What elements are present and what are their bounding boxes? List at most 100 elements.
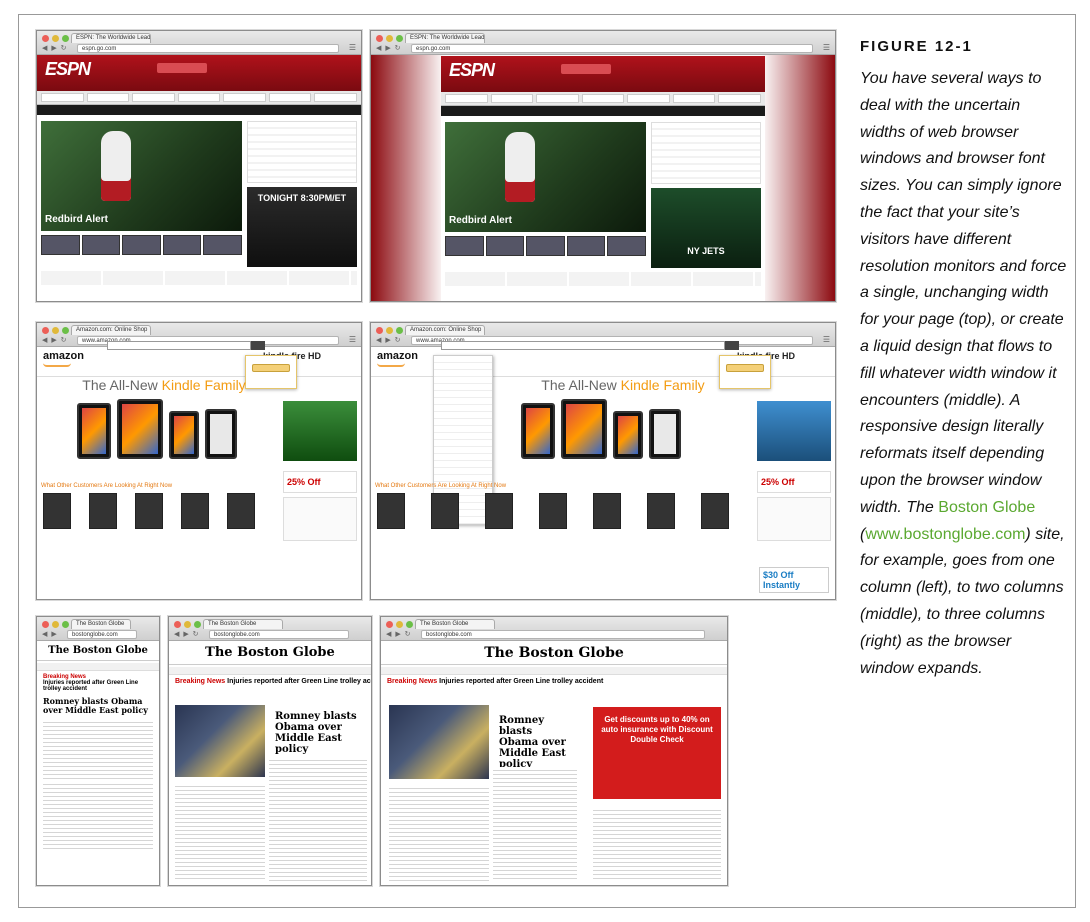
customers-looking-strip: What Other Customers Are Looking At Righ…: [375, 483, 507, 489]
breaking-label: Breaking News: [175, 678, 226, 685]
figure-title: FIGURE 12-1: [860, 38, 973, 55]
address-bar[interactable]: bostonglobe.com: [209, 630, 349, 639]
espn-nav-bar: [441, 106, 765, 116]
sale-ad[interactable]: 25% Off: [283, 471, 357, 493]
nav-arrows-icon[interactable]: ◀ ▶ ↻: [376, 336, 402, 344]
amazon-logo[interactable]: amazon: [377, 350, 418, 362]
offer-ad[interactable]: $30 Off Instantly: [759, 567, 829, 593]
globe-logo[interactable]: The Boston Globe: [169, 641, 371, 660]
browser-tab[interactable]: ESPN: The Worldwide Lead: [71, 33, 151, 43]
espn-screenshot-fixed: ESPN: The Worldwide Lead ◀ ▶ ↻ espn.go.c…: [36, 30, 362, 302]
kindle-devices: [77, 399, 237, 459]
breaking-news: Breaking News Injuries reported after Gre…: [37, 671, 159, 695]
right-column-text: [593, 807, 721, 881]
nav-arrows-icon[interactable]: ◀ ▶ ↻: [376, 44, 402, 52]
banner-accent: Kindle Family: [620, 377, 705, 393]
espn-search[interactable]: [157, 63, 207, 73]
globe-logo[interactable]: The Boston Globe: [37, 641, 159, 656]
espn-logo[interactable]: ESPN: [449, 60, 495, 81]
address-bar[interactable]: espn.go.com: [411, 44, 813, 53]
browser-tab[interactable]: ESPN: The Worldwide Lead: [405, 33, 485, 43]
main-headline[interactable]: Romney blasts Obama over Middle East pol…: [493, 713, 577, 772]
breaking-text[interactable]: Injuries reported after Green Line troll…: [43, 680, 138, 692]
espn-screenshot-wide: ESPN: The Worldwide Lead ◀ ▶ ↻ espn.go.c…: [370, 30, 836, 302]
globe-header: The Boston Globe: [381, 641, 727, 665]
breaking-text[interactable]: Injuries reported after Green Line troll…: [439, 678, 603, 685]
browser-tab[interactable]: Amazon.com: Online Shop: [71, 325, 151, 335]
espn-footer: [445, 272, 761, 286]
browser-chrome: The Boston Globe ◀ ▶ ↻ bostonglobe.com: [381, 617, 727, 641]
sale-ad[interactable]: 25% Off: [757, 471, 831, 493]
score-strip: [441, 92, 765, 106]
nav-arrows-icon[interactable]: ◀ ▶ ↻: [386, 630, 412, 638]
browser-tab[interactable]: The Boston Globe: [71, 619, 131, 629]
amazon-smile-icon: [43, 363, 71, 367]
product-row: [377, 493, 729, 529]
espn-nav-bar: [37, 105, 361, 115]
banner-plain: The All-New: [82, 377, 162, 393]
menu-icon[interactable]: ☰: [349, 335, 356, 344]
address-bar[interactable]: bostonglobe.com: [421, 630, 705, 639]
hero-caption: Redbird Alert: [45, 214, 108, 225]
caption-text-end: ) site, for example, goes from one colum…: [860, 525, 1065, 677]
tv-ad[interactable]: TONIGHT 8:30PM/ET: [246, 187, 357, 267]
browser-chrome: ESPN: The Worldwide Lead ◀ ▶ ↻ espn.go.c…: [371, 31, 835, 55]
statefarm-ad[interactable]: Get discounts up to 40% on auto insuranc…: [593, 707, 721, 799]
address-bar[interactable]: bostonglobe.com: [67, 630, 137, 639]
breaking-text[interactable]: Injuries reported after Green Line troll…: [227, 678, 371, 685]
banner-plain: The All-New: [541, 377, 621, 393]
amazon-search[interactable]: [107, 341, 251, 350]
main-headline[interactable]: Romney blasts Obama over Middle East pol…: [269, 709, 367, 757]
amazon-search[interactable]: [441, 341, 725, 350]
espn-logo[interactable]: ESPN: [45, 59, 91, 80]
browser-tab[interactable]: The Boston Globe: [415, 619, 495, 629]
amazon-logo[interactable]: amazon: [43, 350, 84, 362]
nav-arrows-icon[interactable]: ◀ ▶ ↻: [42, 44, 68, 52]
nav-arrows-icon[interactable]: ◀ ▶ ↻: [42, 336, 68, 344]
jets-ad[interactable]: NY JETS: [650, 188, 761, 268]
menu-icon[interactable]: ☰: [823, 335, 830, 344]
amazon-go-button[interactable]: [251, 341, 265, 350]
espn-header: ESPN: [37, 55, 361, 91]
amazon-go-button[interactable]: [725, 341, 739, 350]
main-headline[interactable]: Romney blasts Obama over Middle East pol…: [37, 695, 159, 717]
address-bar[interactable]: espn.go.com: [77, 44, 339, 53]
globe-logo[interactable]: The Boston Globe: [381, 641, 727, 661]
bostonglobe-url-link[interactable]: www.bostonglobe.com: [865, 526, 1025, 543]
right-column-text: [269, 757, 367, 881]
hero-photo[interactable]: Redbird Alert: [445, 122, 646, 232]
amazon-right-rail: 25% Off: [283, 357, 357, 541]
score-strip: [37, 91, 361, 105]
espn-footer: [41, 271, 357, 285]
amazon-right-rail: 25% Off: [757, 357, 831, 541]
globe-header: The Boston Globe: [37, 641, 159, 661]
browser-tab[interactable]: Amazon.com: Online Shop: [405, 325, 485, 335]
nest-ad[interactable]: [757, 497, 831, 541]
headline-list: [650, 122, 761, 184]
boston-globe-link[interactable]: Boston Globe: [938, 499, 1035, 516]
thumb-strip: [445, 236, 646, 256]
news-photo[interactable]: [389, 705, 489, 779]
nav-arrows-icon[interactable]: ◀ ▶ ↻: [174, 630, 200, 638]
jets-ad-text: NY JETS: [687, 246, 725, 256]
browser-chrome: The Boston Globe ◀ ▶ ↻ bostonglobe.com: [169, 617, 371, 641]
hero-photo[interactable]: Redbird Alert: [41, 121, 242, 231]
breaking-news: Breaking News Injuries reported after Gr…: [381, 675, 727, 688]
menu-icon[interactable]: ☰: [349, 43, 356, 52]
browser-tab[interactable]: The Boston Globe: [203, 619, 283, 629]
espn-body: Redbird Alert TONIGHT 8:30PM/ET: [37, 115, 361, 285]
espn-header: ESPN: [441, 56, 765, 92]
soundtrack-ad[interactable]: [757, 401, 831, 461]
middle-column-text: [493, 767, 577, 881]
tv-ad-text: TONIGHT 8:30PM/ET: [257, 193, 347, 203]
nav-arrows-icon[interactable]: ◀ ▶: [42, 630, 58, 638]
article-text-2: [43, 781, 153, 851]
customers-looking-strip: What Other Customers Are Looking At Righ…: [41, 483, 173, 489]
nest-ad[interactable]: [283, 497, 357, 541]
espn-search[interactable]: [561, 64, 611, 74]
menu-icon[interactable]: ☰: [823, 43, 830, 52]
caption-text: You have several ways to deal with the u…: [860, 70, 1067, 516]
news-photo[interactable]: [175, 705, 265, 777]
left-column-text: [389, 785, 489, 881]
dj-ad[interactable]: [283, 401, 357, 461]
